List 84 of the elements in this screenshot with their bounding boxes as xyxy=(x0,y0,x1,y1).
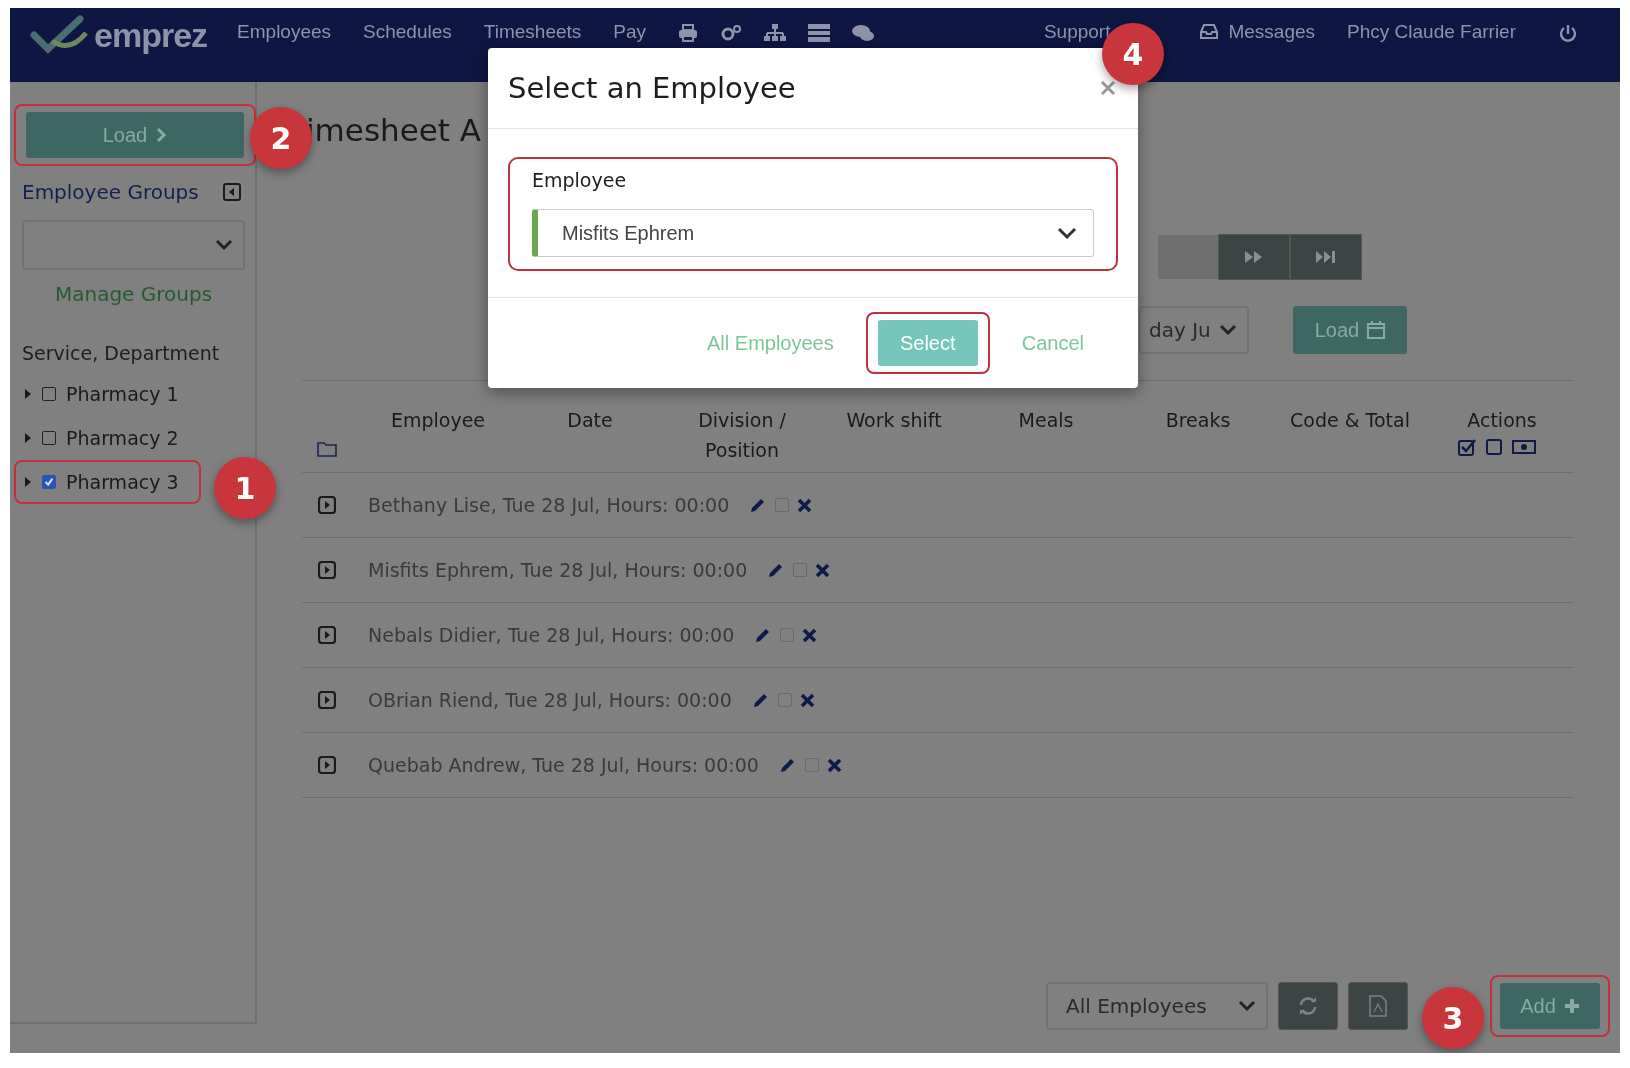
period-select[interactable]: day Ju xyxy=(1139,306,1249,354)
delete-x-icon[interactable] xyxy=(826,757,842,773)
date-field[interactable] xyxy=(1158,235,1218,279)
skip-to-end-button[interactable] xyxy=(1290,234,1362,280)
add-button[interactable]: Add xyxy=(1500,983,1600,1029)
pencil-icon[interactable] xyxy=(778,756,797,774)
user-name[interactable]: Phcy Claude Farrier xyxy=(1347,21,1516,43)
money-icon[interactable] xyxy=(1512,439,1536,455)
logo-text[interactable]: emprez xyxy=(94,15,208,55)
checkbox[interactable] xyxy=(42,387,56,401)
printer-icon[interactable] xyxy=(678,24,699,42)
tree-item[interactable]: Pharmacy 2 xyxy=(14,416,201,460)
chevron-down-icon xyxy=(1238,1000,1256,1012)
pencil-icon[interactable] xyxy=(751,691,770,709)
delete-x-icon[interactable] xyxy=(802,627,818,643)
tree-item[interactable]: Pharmacy 1 xyxy=(14,372,201,416)
column-header: Breaks xyxy=(1164,408,1232,433)
timesheet-entry: OBrian Riend, Tue 28 Jul, Hours: 00:00 xyxy=(368,689,732,711)
delete-x-icon[interactable] xyxy=(797,497,813,513)
column-header: Employee xyxy=(389,408,487,433)
step-number-badge: 3 xyxy=(1422,987,1484,1049)
pdf-file-icon xyxy=(1369,995,1387,1017)
timesheet-entry: Nebals Didier, Tue 28 Jul, Hours: 00:00 xyxy=(368,624,735,646)
nav-link[interactable]: Timesheets xyxy=(483,21,582,43)
delete-x-icon[interactable] xyxy=(815,562,831,578)
section-label: Service, Department xyxy=(22,342,221,364)
nav-link[interactable]: Schedules xyxy=(363,21,452,43)
check-square-icon[interactable] xyxy=(1458,438,1476,456)
step-number-badge: 1 xyxy=(214,457,276,519)
power-icon[interactable] xyxy=(1558,24,1578,44)
modal-title: Select an Employee xyxy=(508,71,796,105)
server-icon[interactable] xyxy=(808,24,831,42)
play-icon[interactable] xyxy=(318,626,336,644)
employee-select[interactable]: Misfits Ephrem xyxy=(532,209,1094,257)
tree-item[interactable]: Pharmacy 3 xyxy=(14,460,201,504)
sitemap-icon[interactable] xyxy=(764,24,787,42)
nav-link[interactable]: Pay xyxy=(613,21,647,43)
timesheet-entry: Bethany Lise, Tue 28 Jul, Hours: 00:00 xyxy=(368,494,730,516)
column-header: Meals xyxy=(1017,408,1075,433)
expand-triangle-icon[interactable] xyxy=(24,432,32,444)
delete-x-icon[interactable] xyxy=(799,692,815,708)
timesheet-entry: Misfits Ephrem, Tue 28 Jul, Hours: 00:00 xyxy=(368,559,748,581)
nav-link[interactable]: Employees xyxy=(237,21,332,43)
refresh-button[interactable] xyxy=(1278,982,1338,1030)
expand-triangle-icon[interactable] xyxy=(24,388,32,400)
folder-icon[interactable] xyxy=(317,441,337,457)
square-icon[interactable] xyxy=(1486,439,1502,455)
chat-bubbles-icon[interactable] xyxy=(852,24,875,42)
chevron-right-icon xyxy=(155,127,168,143)
inbox-icon[interactable] xyxy=(1200,24,1219,39)
close-icon[interactable] xyxy=(1100,80,1116,96)
play-icon[interactable] xyxy=(318,496,336,514)
column-header: Code & Total xyxy=(1289,408,1411,433)
column-header: Actions xyxy=(1466,408,1538,433)
timesheet-entry: Quebab Andrew, Tue 28 Jul, Hours: 00:00 xyxy=(368,754,759,776)
checkbox[interactable] xyxy=(42,431,56,445)
tree-item-label: Pharmacy 2 xyxy=(66,427,179,449)
column-header: Division / Position xyxy=(697,408,787,463)
refresh-icon xyxy=(1298,996,1318,1016)
gears-icon[interactable] xyxy=(720,24,743,42)
nav-link[interactable]: Messages xyxy=(1228,21,1316,43)
section-label: Employee Groups xyxy=(22,180,199,204)
chevron-down-icon xyxy=(1219,324,1237,336)
tree-item-label: Pharmacy 1 xyxy=(66,383,179,405)
chevron-down-icon xyxy=(1057,226,1077,240)
collapse-icon[interactable] xyxy=(223,183,241,201)
chevron-down-icon xyxy=(215,239,233,251)
checkbox[interactable] xyxy=(42,475,56,489)
skip-to-end-icon xyxy=(1315,250,1337,264)
fast-forward-button[interactable] xyxy=(1218,234,1290,280)
employee-filter-select[interactable]: All Employees xyxy=(1046,982,1268,1030)
load-button[interactable]: Load xyxy=(26,112,244,158)
plus-icon xyxy=(1563,998,1580,1014)
field-label: Employee xyxy=(532,169,628,191)
play-icon[interactable] xyxy=(318,691,336,709)
load-button[interactable]: Load xyxy=(1293,306,1407,354)
tree-item-label: Pharmacy 3 xyxy=(66,471,179,493)
column-header: Date xyxy=(566,408,614,433)
fast-forward-icon xyxy=(1244,250,1264,264)
column-header: Work shift xyxy=(845,408,943,433)
play-icon[interactable] xyxy=(318,561,336,579)
calendar-icon xyxy=(1367,321,1386,339)
play-icon[interactable] xyxy=(318,756,336,774)
expand-triangle-icon[interactable] xyxy=(24,476,32,488)
